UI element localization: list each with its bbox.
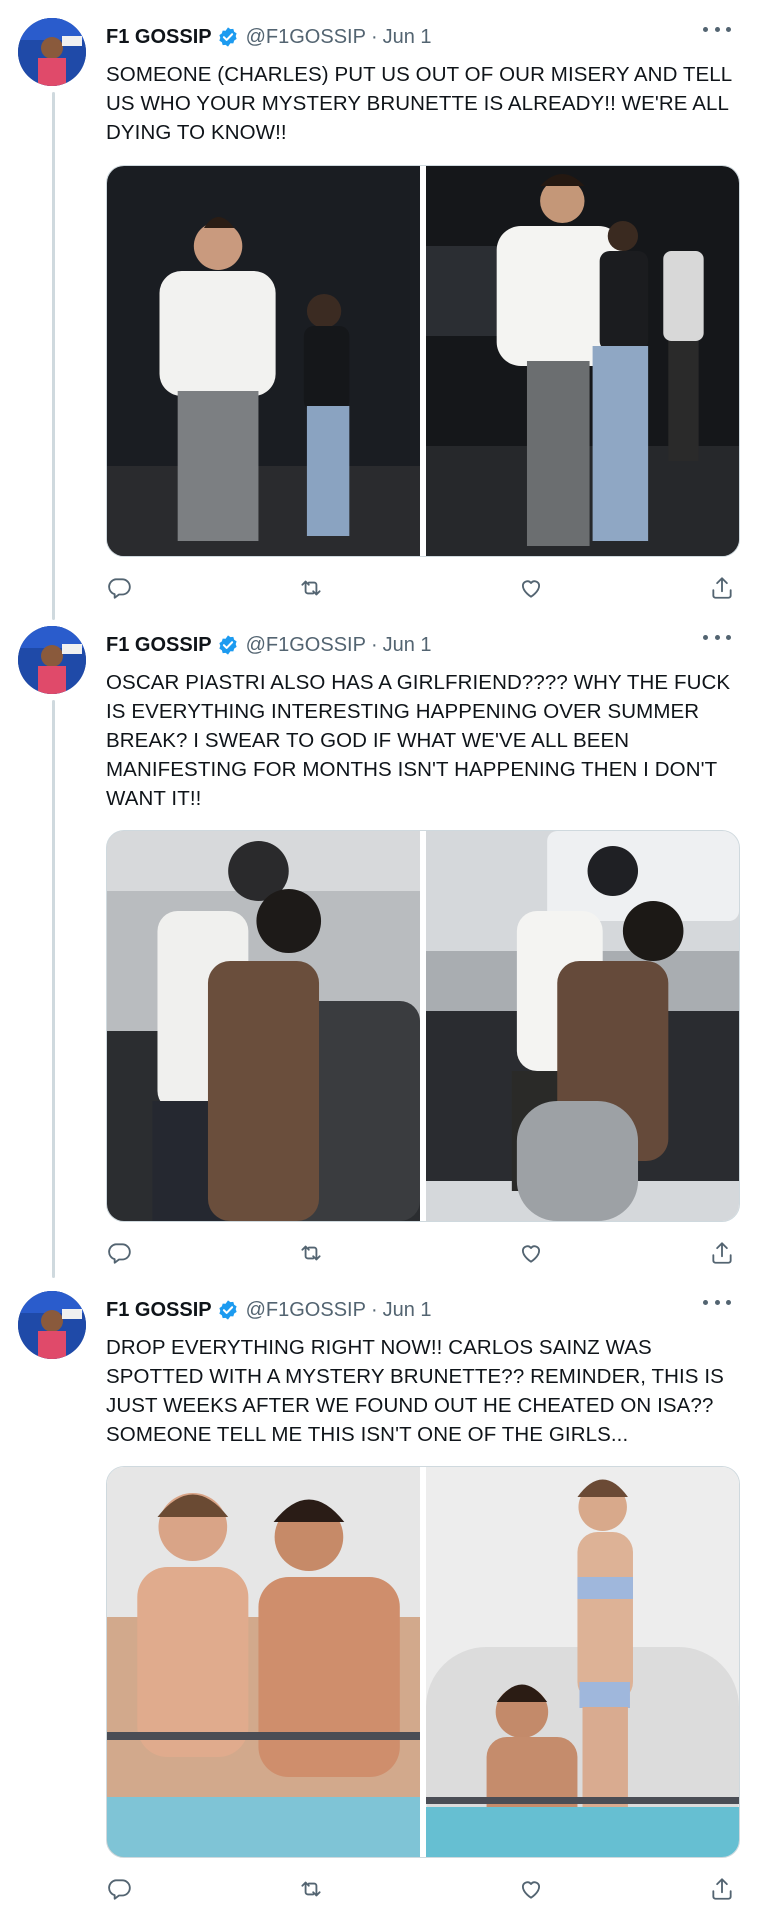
tweet-text: OSCAR PIASTRI ALSO HAS A GIRLFRIEND???? … bbox=[106, 671, 731, 810]
tweet-photo[interactable] bbox=[107, 166, 420, 556]
tweet-date[interactable]: Jun 1 bbox=[383, 634, 432, 657]
tweet-photo[interactable] bbox=[107, 1467, 420, 1857]
tweet-header: F1 GOSSIP @F1GOSSIP · Jun 1 bbox=[106, 24, 432, 50]
tweet[interactable]: F1 GOSSIP @F1GOSSIP · Jun 1 SOMEONE (CHA… bbox=[0, 0, 757, 608]
avatar[interactable] bbox=[18, 626, 86, 694]
tweet[interactable]: F1 GOSSIP @F1GOSSIP · Jun 1 DROP EVERYTH… bbox=[0, 1273, 757, 1920]
tweet-actions bbox=[106, 1876, 738, 1906]
author-name[interactable]: F1 GOSSIP bbox=[106, 634, 212, 657]
separator: · bbox=[370, 25, 378, 48]
verified-badge-icon bbox=[217, 1299, 239, 1321]
tweet-media[interactable] bbox=[106, 165, 740, 557]
tweet-photo[interactable] bbox=[107, 831, 420, 1221]
retweet-icon[interactable] bbox=[298, 575, 326, 603]
author-name[interactable]: F1 GOSSIP bbox=[106, 26, 212, 49]
separator: · bbox=[370, 1298, 378, 1321]
avatar[interactable] bbox=[18, 1291, 86, 1359]
retweet-icon[interactable] bbox=[298, 1240, 326, 1268]
tweet-actions bbox=[106, 1240, 738, 1270]
tweet-date[interactable]: Jun 1 bbox=[383, 1299, 432, 1322]
share-icon[interactable] bbox=[709, 1876, 737, 1904]
heart-icon[interactable] bbox=[518, 1240, 546, 1268]
more-icon[interactable] bbox=[703, 20, 731, 38]
heart-icon[interactable] bbox=[518, 1876, 546, 1904]
tweet-header: F1 GOSSIP @F1GOSSIP · Jun 1 bbox=[106, 632, 432, 658]
tweet-actions bbox=[106, 575, 738, 605]
more-icon[interactable] bbox=[703, 628, 731, 646]
tweet-media[interactable] bbox=[106, 1466, 740, 1858]
author-handle[interactable]: @F1GOSSIP bbox=[246, 26, 366, 49]
author-name[interactable]: F1 GOSSIP bbox=[106, 1299, 212, 1322]
share-icon[interactable] bbox=[709, 1240, 737, 1268]
retweet-icon[interactable] bbox=[298, 1876, 326, 1904]
separator: · bbox=[370, 633, 378, 656]
tweet[interactable]: F1 GOSSIP @F1GOSSIP · Jun 1 OSCAR PIASTR… bbox=[0, 608, 757, 1273]
tweet-text: SOMEONE (CHARLES) PUT US OUT OF OUR MISE… bbox=[106, 63, 732, 144]
verified-badge-icon bbox=[217, 26, 239, 48]
reply-icon[interactable] bbox=[106, 575, 134, 603]
heart-icon[interactable] bbox=[518, 575, 546, 603]
reply-icon[interactable] bbox=[106, 1876, 134, 1904]
more-icon[interactable] bbox=[703, 1293, 731, 1311]
avatar[interactable] bbox=[18, 18, 86, 86]
share-icon[interactable] bbox=[709, 575, 737, 603]
tweet-photo[interactable] bbox=[426, 166, 739, 556]
reply-icon[interactable] bbox=[106, 1240, 134, 1268]
author-handle[interactable]: @F1GOSSIP bbox=[246, 1299, 366, 1322]
tweet-photo[interactable] bbox=[426, 831, 739, 1221]
author-handle[interactable]: @F1GOSSIP bbox=[246, 634, 366, 657]
tweet-text: DROP EVERYTHING RIGHT NOW!! CARLOS SAINZ… bbox=[106, 1336, 724, 1446]
tweet-date[interactable]: Jun 1 bbox=[383, 26, 432, 49]
tweet-media[interactable] bbox=[106, 830, 740, 1222]
verified-badge-icon bbox=[217, 634, 239, 656]
tweet-photo[interactable] bbox=[426, 1467, 739, 1857]
tweet-header: F1 GOSSIP @F1GOSSIP · Jun 1 bbox=[106, 1297, 432, 1323]
